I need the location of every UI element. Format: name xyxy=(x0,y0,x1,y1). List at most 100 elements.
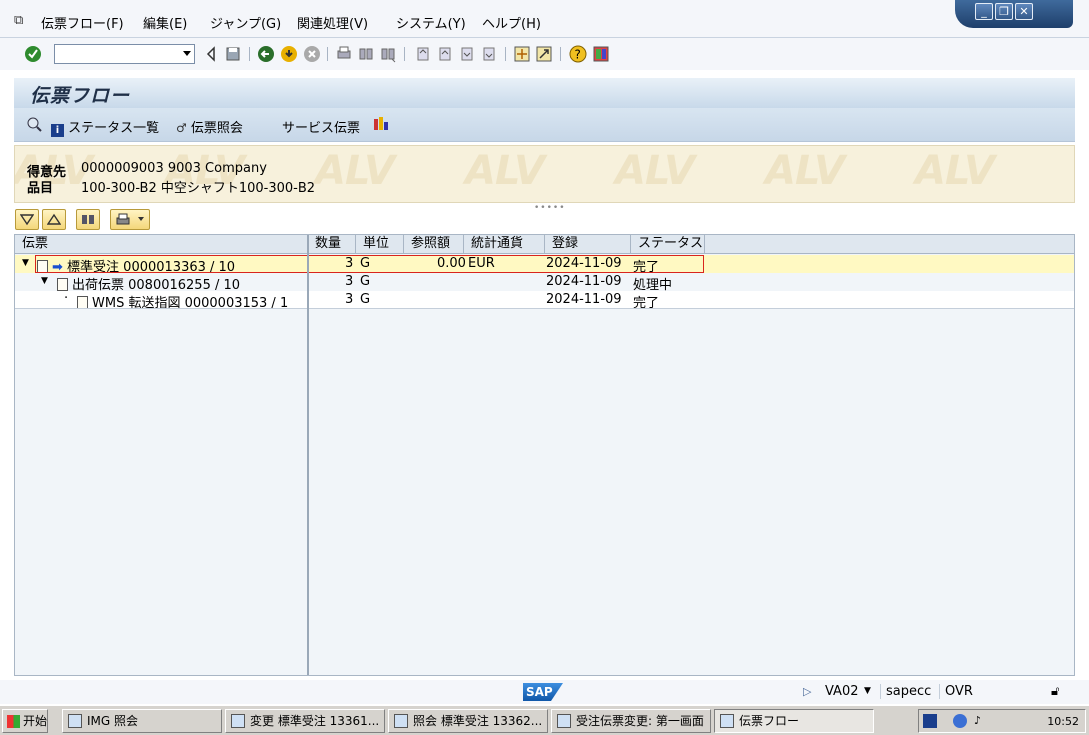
table-row[interactable]: ▼ 出荷伝票 0080016255 / 10 3 G 2024-11-09 処理… xyxy=(15,273,1074,293)
header-info-panel: ALV ALV ALV ALV ALV ALV ALV 得意先 00000090… xyxy=(14,145,1075,203)
display-document-label: 伝票照会 xyxy=(190,121,243,136)
column-header-document[interactable]: 伝票 xyxy=(15,235,308,254)
display-document-button[interactable]: ♂ 伝票照会 xyxy=(176,117,243,136)
start-button[interactable]: 开始 xyxy=(2,709,48,733)
column-header-created-on[interactable]: 登録 xyxy=(545,235,631,254)
document-icon xyxy=(37,260,48,273)
command-field[interactable] xyxy=(54,44,195,64)
menu-system[interactable]: システム(Y) xyxy=(396,13,466,32)
collapse-node-icon[interactable]: ▼ xyxy=(22,258,29,268)
menu-edit[interactable]: 編集(E) xyxy=(143,13,187,32)
unit-cell: G xyxy=(360,274,371,289)
first-page-icon[interactable] xyxy=(414,45,432,63)
status-list-label: ステータス一覧 xyxy=(68,121,160,136)
quantity-cell: 3 xyxy=(345,292,354,307)
menu-goto[interactable]: ジャンプ(G) xyxy=(210,13,281,32)
taskbar-item[interactable]: 変更 標準受注 13361... xyxy=(225,709,385,733)
lock-icon[interactable]: 🔓︎ xyxy=(1051,684,1059,699)
status-list-button[interactable]: i ステータス一覧 xyxy=(51,117,159,137)
document-icon xyxy=(57,278,68,291)
triangle-right-icon[interactable]: ▷ xyxy=(803,685,811,698)
status-separator xyxy=(880,684,881,699)
status-separator xyxy=(939,684,940,699)
windows-logo-icon xyxy=(7,715,20,728)
collapse-icon xyxy=(47,213,61,225)
find-icon[interactable] xyxy=(357,45,375,63)
shortcut-icon[interactable] xyxy=(535,45,553,63)
table-row[interactable]: ▼ ➡ 標準受注 0000013363 / 10 3 G 0.00 EUR 20… xyxy=(15,255,1074,275)
close-icon[interactable]: ✕ xyxy=(1015,3,1033,20)
find-next-icon[interactable] xyxy=(379,45,397,63)
help-icon[interactable]: ? xyxy=(569,45,587,63)
window-icon xyxy=(231,714,245,728)
print-icon[interactable] xyxy=(335,45,353,63)
window-controls: _ ❐ ✕ xyxy=(955,0,1073,28)
cancel-icon[interactable] xyxy=(303,45,321,63)
back-icon[interactable] xyxy=(257,45,275,63)
alv-watermark: ALV xyxy=(465,148,545,194)
layout-settings-icon[interactable] xyxy=(592,45,610,63)
quantity-cell: 3 xyxy=(345,274,354,289)
expand-all-button[interactable] xyxy=(15,209,39,230)
windows-taskbar: 开始 IMG 照会 変更 標準受注 13361... 照会 標準受注 13362… xyxy=(0,705,1089,735)
enter-checkmark-icon[interactable] xyxy=(24,45,42,63)
print-menu-button[interactable] xyxy=(110,209,150,230)
currency-cell: EUR xyxy=(468,256,495,271)
window-icon xyxy=(557,714,571,728)
taskbar-item-active[interactable]: 伝票フロー xyxy=(714,709,874,733)
window-icon xyxy=(720,714,734,728)
column-splitter[interactable] xyxy=(307,235,309,675)
page-title: 伝票フロー xyxy=(30,85,131,107)
chevron-down-icon[interactable] xyxy=(183,51,191,56)
unit-cell: G xyxy=(360,256,371,271)
clock: 10:52 xyxy=(1047,715,1079,728)
column-header-unit[interactable]: 単位 xyxy=(356,235,404,254)
last-page-icon[interactable] xyxy=(480,45,498,63)
restore-icon[interactable]: ❐ xyxy=(995,3,1013,20)
glasses-icon: ♂ xyxy=(176,121,187,135)
previous-page-icon[interactable] xyxy=(436,45,454,63)
taskbar-item[interactable]: IMG 照会 xyxy=(62,709,222,733)
hierarchy-icon[interactable] xyxy=(373,116,389,132)
next-page-icon[interactable] xyxy=(458,45,476,63)
column-header-currency[interactable]: 統計通貨 xyxy=(464,235,545,254)
taskbar-item[interactable]: 照会 標準受注 13362... xyxy=(388,709,548,733)
printer-icon xyxy=(116,213,130,225)
window-icon xyxy=(394,714,408,728)
speaker-icon[interactable]: ♪ xyxy=(974,714,981,727)
tree-toolbar xyxy=(14,208,1075,232)
server-name: sapecc xyxy=(886,684,932,699)
date-cell: 2024-11-09 xyxy=(546,292,622,307)
collapse-all-button[interactable] xyxy=(42,209,66,230)
save-icon[interactable] xyxy=(224,45,242,63)
taskbar-item[interactable]: 受注伝票変更: 第一画面 xyxy=(551,709,711,733)
exit-icon[interactable] xyxy=(280,45,298,63)
alv-watermark: ALV xyxy=(915,148,995,194)
menu-help[interactable]: ヘルプ(H) xyxy=(482,13,541,32)
system-tray: ♪ 10:52 xyxy=(918,709,1086,733)
svg-text:?: ? xyxy=(575,48,581,62)
toolbar-separator xyxy=(327,47,328,61)
menu-environment[interactable]: 関連処理(V) xyxy=(297,13,368,32)
input-method-icon[interactable] xyxy=(923,714,937,728)
toolbar-separator xyxy=(404,47,405,61)
magnifier-icon[interactable] xyxy=(26,116,42,132)
system-menu-icon[interactable]: ⧉ xyxy=(14,13,23,28)
find-button[interactable] xyxy=(76,209,100,230)
service-document-button[interactable]: サービス伝票 xyxy=(282,117,360,136)
triangle-left-icon[interactable] xyxy=(203,45,221,63)
chevron-down-icon[interactable]: ▼ xyxy=(864,686,871,696)
create-session-icon[interactable] xyxy=(513,45,531,63)
application-toolbar: i ステータス一覧 ♂ 伝票照会 サービス伝票 xyxy=(14,108,1075,142)
alv-watermark: ALV xyxy=(315,148,395,194)
column-header-quantity[interactable]: 数量 xyxy=(308,235,356,254)
column-header-status[interactable]: ステータス xyxy=(631,235,705,254)
menu-document-flow[interactable]: 伝票フロー(F) xyxy=(41,13,124,32)
collapse-node-icon[interactable]: ▼ xyxy=(41,276,48,286)
quantity-cell: 3 xyxy=(345,256,354,271)
table-row[interactable]: · WMS 転送指図 0000003153 / 1 3 G 2024-11-09… xyxy=(15,291,1074,311)
column-header-reference-amount[interactable]: 参照額 xyxy=(404,235,464,254)
network-icon[interactable] xyxy=(953,714,967,728)
minimize-icon[interactable]: _ xyxy=(975,3,993,20)
taskbar-item-label: IMG 照会 xyxy=(87,714,139,728)
